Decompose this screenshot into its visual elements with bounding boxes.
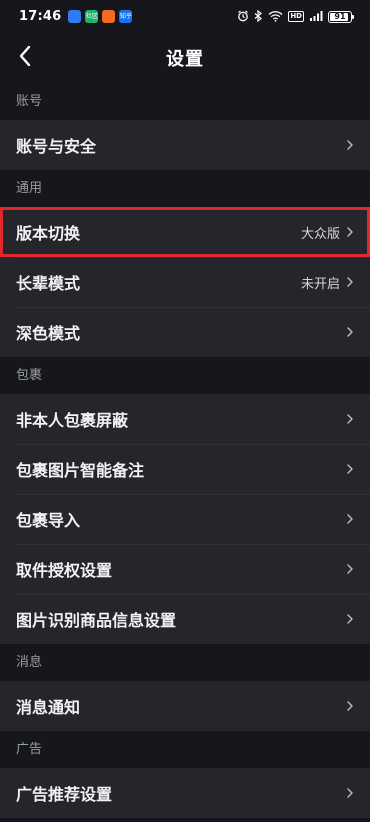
- chevron-right-icon: [346, 613, 354, 625]
- chevron-right-icon: [346, 326, 354, 338]
- settings-row[interactable]: 广告推荐设置: [0, 768, 370, 818]
- section-header: 广告: [0, 731, 370, 768]
- wifi-icon: [268, 10, 283, 24]
- settings-row[interactable]: 非本人包裹屏蔽: [0, 394, 370, 444]
- chevron-right-icon: [346, 700, 354, 712]
- settings-row-label: 取件授权设置: [16, 561, 113, 580]
- settings-screen: 17:46 社区 知乎 HD 91 设置 账号 账号与安全 通用 版本切换 大众…: [0, 0, 370, 822]
- signal-icon: [309, 10, 323, 24]
- chevron-right-icon: [346, 276, 354, 288]
- settings-row-label: 包裹图片智能备注: [16, 461, 145, 480]
- settings-row-label: 账号与安全: [16, 137, 97, 156]
- settings-row[interactable]: 版本切换 大众版: [0, 207, 370, 257]
- chevron-right-icon: [346, 139, 354, 151]
- settings-row-label: 消息通知: [16, 698, 81, 717]
- settings-row-value: 大众版: [300, 226, 340, 242]
- alarm-icon: [237, 10, 249, 24]
- chevron-left-icon: [18, 45, 32, 71]
- chevron-right-icon: [346, 226, 354, 238]
- bluetooth-icon: [254, 9, 263, 24]
- section-header: 消息: [0, 644, 370, 681]
- section-header: 通用: [0, 170, 370, 207]
- back-button[interactable]: [10, 43, 40, 73]
- settings-row[interactable]: 账号与安全: [0, 120, 370, 170]
- chevron-right-icon: [346, 787, 354, 799]
- page-title: 设置: [166, 49, 204, 70]
- settings-row[interactable]: 长辈模式 未开启: [0, 257, 370, 307]
- settings-row[interactable]: 包裹导入: [0, 494, 370, 544]
- app-icon-zhihu: 知乎: [119, 10, 133, 23]
- settings-row[interactable]: 包裹图片智能备注: [0, 444, 370, 494]
- chevron-right-icon: [346, 463, 354, 475]
- settings-row-label: 图片识别商品信息设置: [16, 611, 177, 630]
- settings-list: 账号账号与安全通用版本切换 大众版长辈模式 未开启深色模式包裹非本人包裹屏蔽 包裹图片…: [0, 83, 370, 818]
- settings-row-label: 版本切换: [16, 224, 81, 243]
- settings-row[interactable]: 深色模式: [0, 307, 370, 357]
- chevron-right-icon: [346, 563, 354, 575]
- section-header: 账号: [0, 83, 370, 120]
- settings-row-value: 未开启: [300, 276, 340, 292]
- app-icon-blue: [68, 10, 82, 23]
- settings-row-label: 包裹导入: [16, 511, 81, 530]
- hd-icon: HD: [288, 11, 304, 22]
- settings-row-label: 非本人包裹屏蔽: [16, 411, 129, 430]
- settings-row-label: 广告推荐设置: [16, 785, 113, 804]
- battery-icon: 91: [328, 10, 354, 23]
- status-bar: 17:46 社区 知乎 HD 91: [0, 0, 370, 33]
- app-icon-green: 社区: [85, 10, 99, 23]
- chevron-right-icon: [346, 413, 354, 425]
- settings-row[interactable]: 消息通知: [0, 681, 370, 731]
- app-icon-orange: [102, 10, 116, 23]
- settings-row[interactable]: 图片识别商品信息设置: [0, 594, 370, 644]
- settings-row-label: 长辈模式: [16, 274, 81, 293]
- settings-row-label: 深色模式: [16, 324, 81, 343]
- settings-row[interactable]: 取件授权设置: [0, 544, 370, 594]
- status-time: 17:46: [19, 9, 62, 24]
- battery-level: 91: [334, 12, 346, 21]
- status-bar-left: 17:46 社区 知乎: [19, 9, 133, 24]
- section-header: 包裹: [0, 357, 370, 394]
- notification-app-icons: 社区 知乎: [68, 10, 133, 23]
- chevron-right-icon: [346, 513, 354, 525]
- status-bar-right: HD 91: [237, 9, 354, 24]
- nav-bar: 设置: [0, 33, 370, 83]
